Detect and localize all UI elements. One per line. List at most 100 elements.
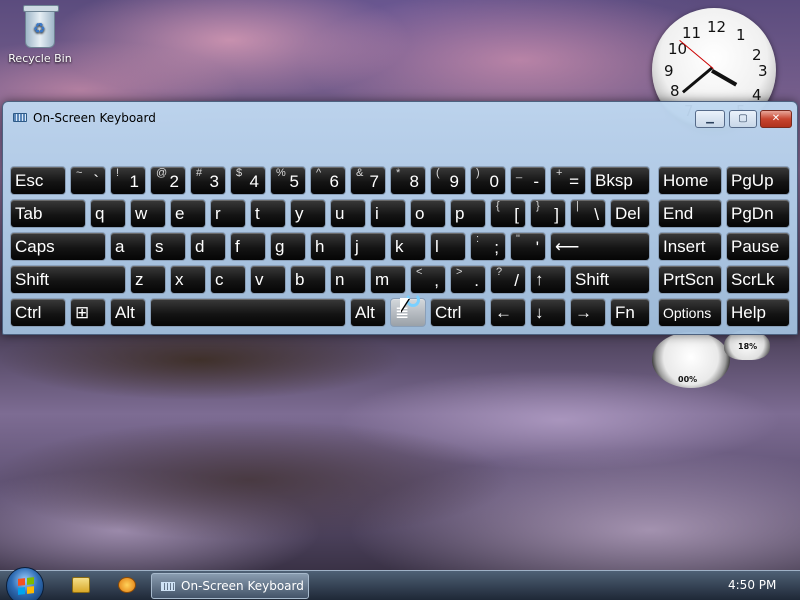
key-row2-11[interactable]: {[ (490, 199, 526, 228)
key-row4-14[interactable]: ScrLk (726, 265, 790, 294)
cpu-percent: 00% (678, 375, 698, 384)
key-row1-13[interactable]: + = (550, 166, 586, 195)
key-row5-1[interactable]: ⊞ (70, 298, 106, 327)
key-row3-7[interactable]: j (350, 232, 386, 261)
key-row4-11[interactable]: ↑ (530, 265, 566, 294)
key-row5-12[interactable]: Help (726, 298, 790, 327)
key-row2-5[interactable]: t (250, 199, 286, 228)
key-label: PgDn (731, 204, 774, 223)
minimize-button[interactable]: ▁ (695, 110, 725, 128)
key-label: y (295, 204, 304, 223)
key-row4-6[interactable]: n (330, 265, 366, 294)
cpu-meter-gadget[interactable]: 00% 18% (652, 330, 772, 390)
key-row2-16[interactable]: PgDn (726, 199, 790, 228)
key-row3-4[interactable]: f (230, 232, 266, 261)
key-shift-label: : (476, 233, 480, 245)
key-row4-9[interactable]: >. (450, 265, 486, 294)
window-titlebar[interactable]: On-Screen Keyboard ▁ ▢ ✕ (3, 102, 797, 134)
key-row3-6[interactable]: h (310, 232, 346, 261)
key-row1-12[interactable]: _ - (510, 166, 546, 195)
key-label: - (533, 172, 539, 191)
key-row5-2[interactable]: Alt (110, 298, 146, 327)
key-row4-7[interactable]: m (370, 265, 406, 294)
key-row3-1[interactable]: a (110, 232, 146, 261)
explorer-quicklaunch-icon[interactable] (72, 577, 90, 593)
key-row5-4[interactable]: Alt (350, 298, 386, 327)
key-row3-10[interactable]: :; (470, 232, 506, 261)
key-row4-13[interactable]: PrtScn (658, 265, 722, 294)
key-row5-0[interactable]: Ctrl (10, 298, 66, 327)
key-row2-9[interactable]: o (410, 199, 446, 228)
key-row1-8[interactable]: & 7 (350, 166, 386, 195)
start-button[interactable] (6, 567, 44, 600)
key-row5-8[interactable]: ↓ (530, 298, 566, 327)
key-row2-10[interactable]: p (450, 199, 486, 228)
key-row2-13[interactable]: | \ (570, 199, 606, 228)
key-row3-12[interactable]: ⟵ (550, 232, 650, 261)
key-row5-3[interactable] (150, 298, 346, 327)
key-row1-2[interactable]: ! 1 (110, 166, 146, 195)
key-row5-7[interactable]: ← (490, 298, 526, 327)
key-row1-5[interactable]: $4 (230, 166, 266, 195)
key-row1-0[interactable]: Esc (10, 166, 66, 195)
key-row1-11[interactable]: ) 0 (470, 166, 506, 195)
key-label: t (255, 204, 260, 223)
key-row1-6[interactable]: % 5 (270, 166, 306, 195)
close-button[interactable]: ✕ (760, 110, 792, 128)
key-row5-6[interactable]: Ctrl (430, 298, 486, 327)
key-row2-7[interactable]: u (330, 199, 366, 228)
key-row1-16[interactable]: PgUp (726, 166, 790, 195)
key-row4-5[interactable]: b (290, 265, 326, 294)
key-row1-9[interactable]: * 8 (390, 166, 426, 195)
key-label: → (575, 303, 592, 322)
key-row4-1[interactable]: z (130, 265, 166, 294)
key-row5-10[interactable]: Fn (610, 298, 650, 327)
key-row1-4[interactable]: #3 (190, 166, 226, 195)
key-row4-8[interactable]: <, (410, 265, 446, 294)
key-label: q (95, 204, 105, 223)
key-row2-0[interactable]: Tab (10, 199, 86, 228)
key-row3-0[interactable]: Caps (10, 232, 106, 261)
clock-number: 8 (670, 82, 680, 100)
key-row3-14[interactable]: Pause (726, 232, 790, 261)
key-label: u (335, 204, 345, 223)
key-row5-9[interactable]: → (570, 298, 606, 327)
key-row2-12[interactable]: }] (530, 199, 566, 228)
key-row3-11[interactable]: " ' (510, 232, 546, 261)
key-row2-8[interactable]: i (370, 199, 406, 228)
key-row2-4[interactable]: r (210, 199, 246, 228)
taskbar-item-on-screen-keyboard[interactable]: On-Screen Keyboard (151, 573, 309, 599)
key-row1-7[interactable]: ^ 6 (310, 166, 346, 195)
key-row1-14[interactable]: Bksp (590, 166, 650, 195)
key-row4-10[interactable]: ? / (490, 265, 526, 294)
key-row4-4[interactable]: v (250, 265, 286, 294)
key-row1-3[interactable]: @2 (150, 166, 186, 195)
key-row3-2[interactable]: s (150, 232, 186, 261)
key-row5-11[interactable]: Options (658, 298, 722, 327)
key-row3-5[interactable]: g (270, 232, 306, 261)
key-row2-2[interactable]: w (130, 199, 166, 228)
key-row3-8[interactable]: k (390, 232, 426, 261)
key-label: ⟵ (555, 237, 580, 256)
key-row3-13[interactable]: Insert (658, 232, 722, 261)
key-row2-14[interactable]: Del (610, 199, 650, 228)
key-row1-15[interactable]: Home (658, 166, 722, 195)
recycle-bin-shortcut[interactable]: Recycle Bin (8, 5, 72, 65)
media-player-quicklaunch-icon[interactable] (118, 577, 136, 593)
key-row2-3[interactable]: e (170, 199, 206, 228)
key-row4-12[interactable]: Shift (570, 265, 650, 294)
key-row2-15[interactable]: End (658, 199, 722, 228)
key-row4-2[interactable]: x (170, 265, 206, 294)
system-clock[interactable]: 4:50 PM (728, 578, 776, 592)
key-row2-6[interactable]: y (290, 199, 326, 228)
maximize-button[interactable]: ▢ (729, 110, 757, 128)
key-row4-0[interactable]: Shift (10, 265, 126, 294)
key-row3-9[interactable]: l (430, 232, 466, 261)
key-row4-3[interactable]: c (210, 265, 246, 294)
key-label: PrtScn (663, 270, 715, 289)
key-row2-1[interactable]: q (90, 199, 126, 228)
key-row1-1[interactable]: ~ ` (70, 166, 106, 195)
key-row1-10[interactable]: (9 (430, 166, 466, 195)
key-label: m (375, 270, 390, 289)
key-row3-3[interactable]: d (190, 232, 226, 261)
